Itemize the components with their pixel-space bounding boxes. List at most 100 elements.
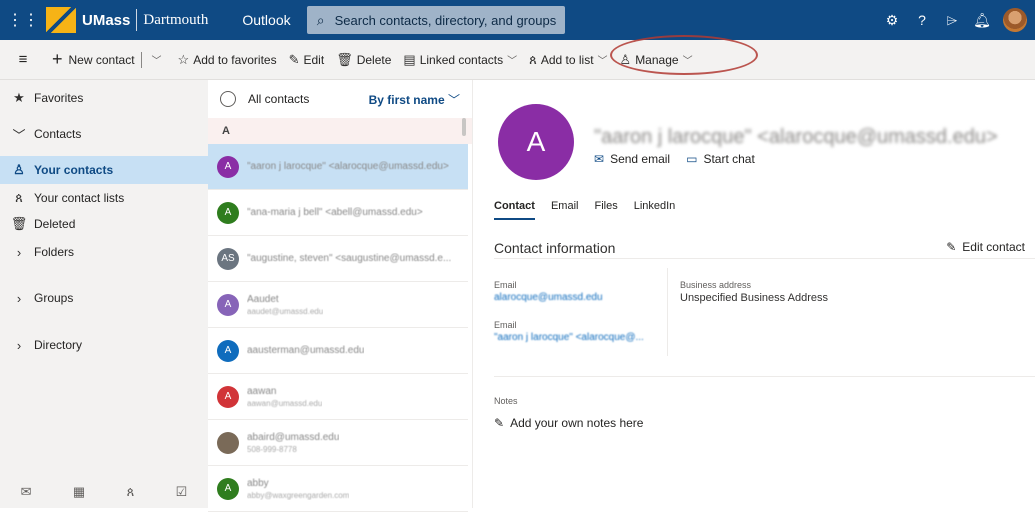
sidebar-item-your-contacts[interactable]: ♙ Your contacts [0,156,208,184]
contact-avatar: A [217,339,239,362]
command-bar: ≡ + New contact ﹀ ☆ Add to favorites ✎ E… [0,40,1035,80]
divider [140,51,142,68]
logo-brand: UMass [82,11,131,29]
contact-detail: A "aaron j larocque" <alarocque@umassd.e… [474,80,1035,508]
tab-email[interactable]: Email [551,200,579,220]
notifications-icon[interactable]: 🔔︎ [967,12,997,29]
sidebar-item-contacts[interactable]: ﹀ Contacts [0,120,208,148]
contact-avatar: A [217,155,239,178]
sort-dropdown[interactable]: By first name ﹀ [369,91,460,108]
account-avatar[interactable] [1003,8,1027,32]
tab-linkedin[interactable]: LinkedIn [634,200,676,220]
chevron-down-icon: ﹀ [12,127,26,143]
search-placeholder[interactable]: Search contacts, directory, and groups [335,13,557,28]
email-value-2[interactable]: "aaron j larocque" <alarocque@... [494,332,644,343]
linked-contacts-button[interactable]: ▤ Linked contacts ﹀ [397,40,523,80]
sidebar-item-favorites[interactable]: ★ Favorites [0,84,208,112]
chevron-right-icon: › [16,337,22,353]
contact-text: "ana-maria j bell" <abell@umassd.edu> [247,207,423,218]
app-name[interactable]: Outlook [242,12,290,28]
business-address-value: Unspecified Business Address [680,292,828,304]
people-icon[interactable]: ጰ [127,484,135,500]
contact-avatar: A [217,385,239,408]
email-value-1[interactable]: alarocque@umassd.edu [494,292,603,303]
feedback-icon[interactable]: ⌲ [937,12,967,29]
scrollbar[interactable] [462,118,466,136]
add-to-favorites-button[interactable]: ☆ Add to favorites [172,40,283,80]
list-item[interactable]: A "aaron j larocque" <alarocque@umassd.ed… [208,144,468,190]
chat-icon: ▭ [686,152,698,166]
sidebar-item-label: Folders [34,245,75,259]
start-chat-button[interactable]: ▭ Start chat [686,152,755,166]
email-label-1: Email [494,280,517,290]
hamburger-icon[interactable]: ≡ [0,51,46,68]
star-filled-icon: ★ [13,90,25,105]
edit-contact-button[interactable]: ✎ Edit contact [946,240,1025,254]
list-item[interactable]: AS "augustine, steven" <saugustine@umassd… [208,236,468,282]
detail-tabs: Contact Email Files LinkedIn [494,200,691,220]
sidebar-item-label: Contacts [34,127,82,141]
list-item[interactable]: A "ana-maria j bell" <abell@umassd.edu> [208,190,468,236]
contact-card-icon: ▤ [403,51,416,67]
sidebar-item-groups[interactable]: › Groups [0,284,208,312]
add-to-list-label: Add to list [540,52,594,67]
add-notes-button[interactable]: ✎ Add your own notes here [494,416,643,430]
edit-label: Edit [303,52,325,67]
edit-button[interactable]: ✎ Edit [283,40,331,80]
list-item[interactable]: Aaawan aawan@umassd.edu [208,374,468,420]
section-title: Contact information [494,240,616,256]
add-people-icon: ጰ [529,51,537,67]
list-item[interactable]: A Aaudet aaudet@umassd.edu [208,282,468,328]
person-icon: ♙ [13,162,25,177]
sidebar-item-deleted[interactable]: 🗑︎ Deleted [0,210,208,238]
sidebar-item-contact-lists[interactable]: ጰ Your contact lists [0,184,208,212]
divider [667,268,668,356]
mail-icon[interactable]: ✉ [21,484,32,500]
sidebar-item-label: Favorites [34,91,84,105]
chevron-down-icon: ﹀ [447,92,460,107]
sidebar-item-directory[interactable]: › Directory [0,331,208,359]
list-item[interactable]: abaird@umassd.edu 508-999-8778 [208,420,468,466]
tab-files[interactable]: Files [594,200,617,220]
highlight-annotation [610,35,758,75]
help-icon[interactable]: ? [907,12,937,28]
contact-text: "aaron j larocque" <alarocque@umassd.edu… [247,161,449,172]
contact-list: All contacts By first name ﹀ A A "aaron j… [208,80,473,512]
app-launcher-icon[interactable]: ⋮⋮ [0,0,46,40]
tasks-icon[interactable]: ☑ [176,484,188,500]
trash-icon: 🗑︎ [336,51,353,67]
business-address-label: Business address [680,280,752,290]
send-email-button[interactable]: ✉ Send email [594,152,670,166]
contact-name: abaird@umassd.edu [247,431,340,443]
contact-detail-line: aawan@umassd.edu [247,398,323,408]
new-contact-button[interactable]: + New contact ﹀ [46,40,168,80]
contact-avatar: A [217,477,239,500]
contact-name: aausterman@umassd.edu [247,345,365,356]
chevron-down-icon: ﹀ [597,56,608,67]
logo[interactable]: UMass Dartmouth [46,0,208,40]
trash-icon: 🗑︎ [10,216,28,231]
chevron-down-icon[interactable]: ﹀ [152,52,162,67]
pencil-icon: ✎ [288,51,300,67]
delete-button[interactable]: 🗑︎ Delete [330,40,397,80]
sidebar: ★ Favorites ﹀ Contacts ♙ Your contacts ጰ… [0,80,208,508]
search-box[interactable]: ⌕ Search contacts, directory, and groups [306,6,565,34]
contact-name: "augustine, steven" <saugustine@umassd.e… [247,253,452,264]
star-icon: ☆ [177,51,190,67]
contact-text: aawan aawan@umassd.edu [247,386,322,408]
sidebar-item-label: Directory [34,338,83,352]
list-item[interactable]: Aaausterman@umassd.edu [208,328,468,374]
pencil-icon: ✎ [494,416,505,430]
calendar-icon[interactable]: ▦ [73,484,85,500]
sidebar-item-folders[interactable]: › Folders [0,238,208,266]
add-notes-label: Add your own notes here [510,416,644,430]
settings-icon[interactable]: ⚙ [877,12,907,29]
list-item[interactable]: Aabby abby@waxgreengarden.com [208,466,468,512]
search-icon: ⌕ [316,11,325,28]
select-all-radio[interactable] [220,91,236,107]
add-to-list-button[interactable]: ጰ Add to list ﹀ [523,40,613,80]
sidebar-item-label: Your contact lists [34,191,125,205]
contact-name: "aaron j larocque" <alarocque@umassd.edu… [594,126,998,148]
chevron-down-icon: ﹀ [507,56,518,67]
tab-contact[interactable]: Contact [494,200,535,220]
